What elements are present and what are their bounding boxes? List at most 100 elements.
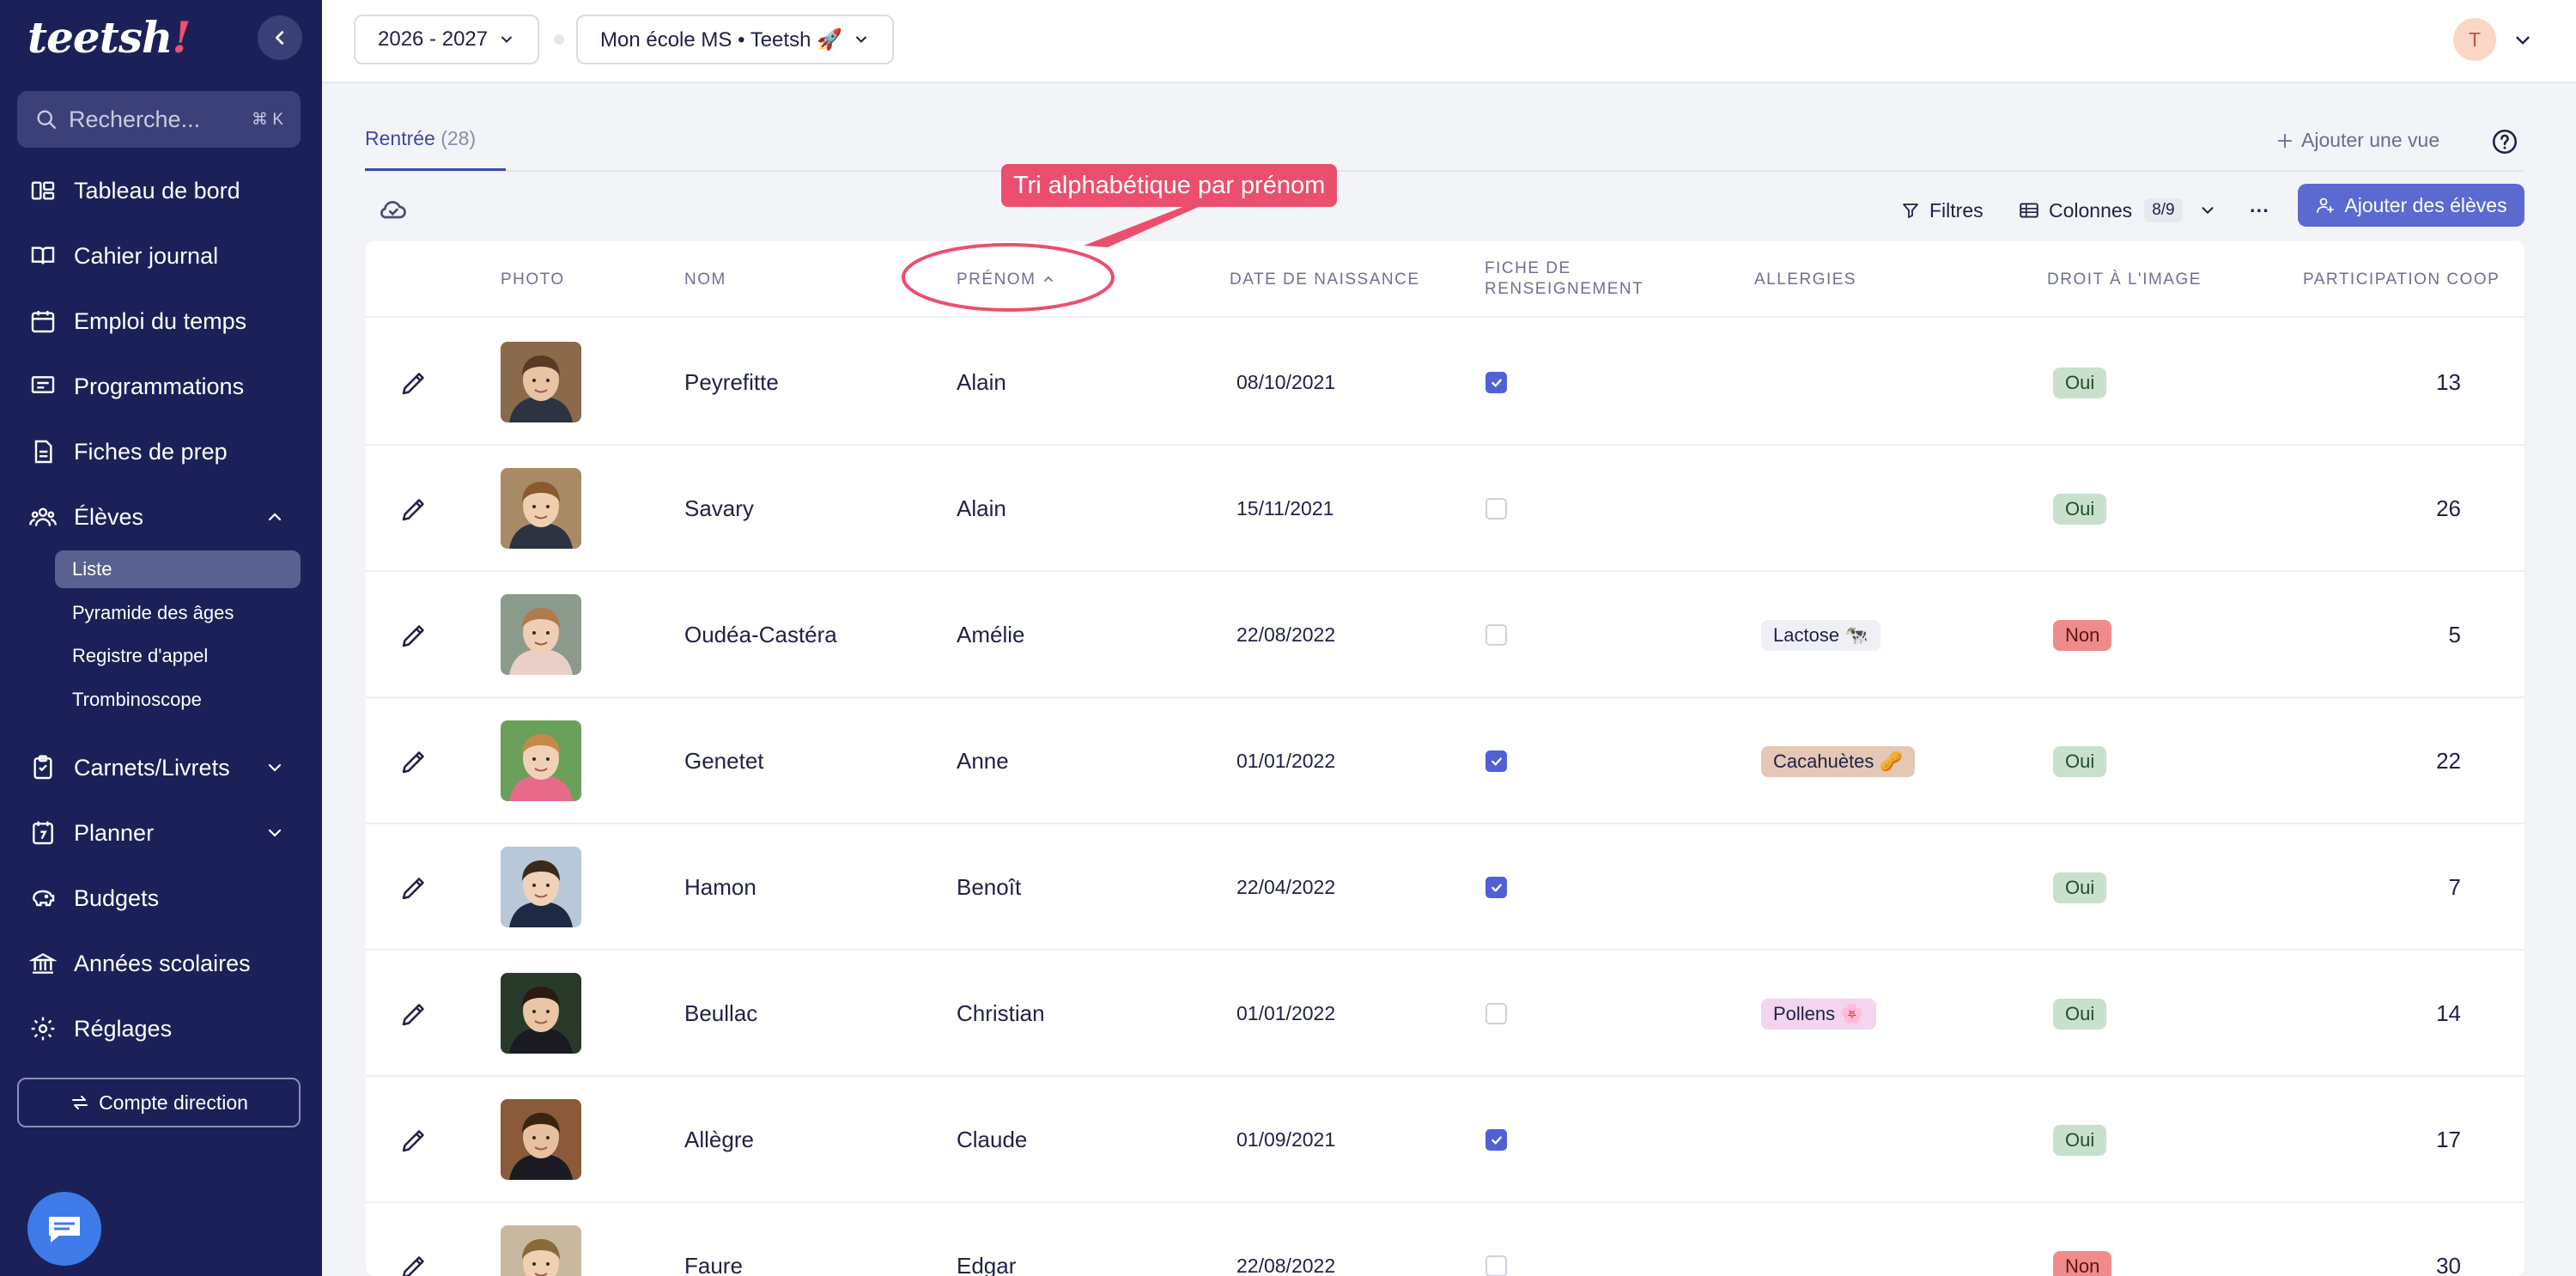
header-allergies[interactable]: ALLERGIES xyxy=(1754,270,1856,290)
sidebar-item-reglages[interactable]: Réglages xyxy=(27,1007,172,1050)
cell-prenom: Anne xyxy=(957,748,1009,774)
cell-fiche xyxy=(1485,446,1507,572)
edit-button[interactable] xyxy=(398,1077,429,1203)
collapse-sidebar-button[interactable] xyxy=(258,15,302,60)
sidebar-item-programmations[interactable]: Programmations xyxy=(27,365,244,408)
filters-button[interactable]: Filtres xyxy=(1900,191,1984,230)
table-row[interactable]: Allègre Claude 01/09/2021 Oui 17 xyxy=(366,1077,2524,1203)
document-icon xyxy=(27,436,58,467)
sidebar-item-label: Élèves xyxy=(74,503,144,530)
table-row[interactable]: Oudéa-Castéra Amélie 22/08/2022 Lactose 🐄 No… xyxy=(366,572,2524,698)
calendar-icon xyxy=(27,306,58,337)
header-prenom-label: PRÉNOM xyxy=(957,270,1036,289)
student-photo[interactable] xyxy=(501,594,581,675)
droit-image-tag: Oui xyxy=(2053,1124,2107,1156)
student-photo[interactable] xyxy=(501,468,581,549)
sidebar-item-emploi-du-temps[interactable]: Emploi du temps xyxy=(27,300,246,343)
header-fiche-line2: RENSEIGNEMENT xyxy=(1485,280,1644,298)
sidebar-item-label: Fiches de prep xyxy=(74,438,228,465)
cell-date-naissance: 22/04/2022 xyxy=(1236,876,1336,898)
fiche-checkbox[interactable] xyxy=(1485,1129,1507,1151)
fiche-checkbox[interactable] xyxy=(1485,1003,1507,1024)
edit-button[interactable] xyxy=(398,698,429,824)
separator-dot xyxy=(554,34,564,45)
fiche-checkbox[interactable] xyxy=(1485,372,1507,393)
header-photo: PHOTO xyxy=(501,270,565,289)
edit-button[interactable] xyxy=(398,446,429,572)
student-photo[interactable] xyxy=(501,973,581,1054)
tab-rentree[interactable]: Rentrée (28) xyxy=(365,127,476,172)
table-row[interactable]: Faure Edgar 22/08/2022 Non 30 xyxy=(366,1203,2524,1276)
fiche-checkbox[interactable] xyxy=(1485,1255,1507,1276)
sidebar-item-eleves[interactable]: Élèves xyxy=(27,495,285,538)
header-date-naissance[interactable]: DATE DE NAISSANCE xyxy=(1230,270,1420,290)
student-photo[interactable] xyxy=(501,847,581,927)
sidebar-item-cahier-journal[interactable]: Cahier journal xyxy=(27,234,218,277)
edit-button[interactable] xyxy=(398,1203,429,1276)
header-droit-image[interactable]: DROIT À L'IMAGE xyxy=(2047,270,2202,290)
table-row[interactable]: Genetet Anne 01/01/2022 Cacahuètes 🥜 Oui 22 xyxy=(366,698,2524,824)
sidebar-subitem-registre[interactable]: Registre d'appel xyxy=(55,637,301,675)
sidebar-item-tableau-de-bord[interactable]: Tableau de bord xyxy=(27,169,240,212)
sidebar-item-planner[interactable]: Planner xyxy=(27,811,285,854)
sidebar-item-budgets[interactable]: Budgets xyxy=(27,877,159,920)
search-input[interactable]: Recherche... ⌘ K xyxy=(17,91,301,148)
sidebar-item-fiches-de-prep[interactable]: Fiches de prep xyxy=(27,430,228,473)
table-row[interactable]: Savary Alain 15/11/2021 Oui 26 xyxy=(366,446,2524,572)
fiche-checkbox[interactable] xyxy=(1485,624,1507,646)
edit-button[interactable] xyxy=(398,319,429,446)
school-select[interactable]: Mon école MS • Teetsh 🚀 xyxy=(576,15,894,64)
chevron-down-icon[interactable] xyxy=(2512,29,2534,52)
search-icon xyxy=(37,110,57,130)
header-prenom[interactable]: PRÉNOM xyxy=(957,270,1055,290)
school-year-select[interactable]: 2026 - 2027 xyxy=(354,15,540,64)
student-photo[interactable] xyxy=(501,1225,581,1276)
edit-button[interactable] xyxy=(398,951,429,1077)
sidebar-item-carnets-livrets[interactable]: Carnets/Livrets xyxy=(27,746,285,789)
sidebar-item-annees-scolaires[interactable]: Années scolaires xyxy=(27,942,251,985)
clipboard-icon xyxy=(27,752,58,783)
pencil-icon xyxy=(402,372,424,394)
school-value: Mon école MS • Teetsh 🚀 xyxy=(600,27,842,52)
student-photo[interactable] xyxy=(501,1099,581,1180)
account-direction-button[interactable]: Compte direction xyxy=(17,1078,301,1127)
fiche-checkbox[interactable] xyxy=(1485,498,1507,520)
table-row[interactable]: Beullac Christian 01/01/2022 Pollens 🌸 Oui 14 xyxy=(366,951,2524,1077)
columns-icon xyxy=(2020,203,2038,218)
student-portrait-image xyxy=(501,468,581,549)
cell-participation-coop: 13 xyxy=(2436,369,2461,395)
header-fiche[interactable]: FICHE DE RENSEIGNEMENT xyxy=(1485,258,1643,300)
cell-fiche xyxy=(1485,1203,1507,1276)
cell-prenom: Alain xyxy=(957,495,1006,521)
columns-button[interactable]: Colonnes 8/9 xyxy=(2018,191,2226,230)
cell-participation-coop: 17 xyxy=(2436,1127,2461,1152)
edit-button[interactable] xyxy=(398,572,429,698)
header-nom[interactable]: NOM xyxy=(684,270,726,290)
add-view-button[interactable]: Ajouter une vue xyxy=(2275,129,2439,152)
fiche-checkbox[interactable] xyxy=(1485,877,1507,898)
student-portrait-image xyxy=(501,342,581,422)
cell-date-naissance: 22/08/2022 xyxy=(1236,623,1336,646)
fiche-checkbox[interactable] xyxy=(1485,750,1507,772)
edit-button[interactable] xyxy=(398,824,429,951)
add-students-button[interactable]: Ajouter des élèves xyxy=(2298,184,2524,227)
sidebar-subitem-liste[interactable]: Liste xyxy=(55,550,301,588)
cell-allergies: Lactose 🐄 xyxy=(1761,572,1880,698)
student-portrait-image xyxy=(501,1099,581,1180)
table-row[interactable]: Hamon Benoît 22/04/2022 Oui 7 xyxy=(366,824,2524,951)
table-row[interactable]: Peyrefitte Alain 08/10/2021 Oui 13 xyxy=(366,319,2524,446)
student-photo[interactable] xyxy=(501,720,581,801)
columns-count-badge: 8/9 xyxy=(2144,198,2183,222)
header-participation-coop[interactable]: PARTICIPATION COOP xyxy=(2303,270,2500,290)
more-options-button[interactable]: ··· xyxy=(2250,191,2269,230)
sidebar-subitem-trombinoscope[interactable]: Trombinoscope xyxy=(55,681,301,719)
cell-participation-coop: 14 xyxy=(2436,1000,2461,1026)
chat-support-button[interactable] xyxy=(27,1192,101,1266)
help-icon[interactable] xyxy=(2490,127,2519,156)
cloud-sync-icon[interactable] xyxy=(378,194,409,225)
cell-allergies: Pollens 🌸 xyxy=(1761,951,1876,1077)
sidebar-subitem-pyramide[interactable]: Pyramide des âges xyxy=(55,594,301,632)
user-avatar[interactable]: T xyxy=(2453,18,2496,61)
app-logo[interactable]: teetsh! xyxy=(27,12,191,63)
student-photo[interactable] xyxy=(501,342,581,422)
